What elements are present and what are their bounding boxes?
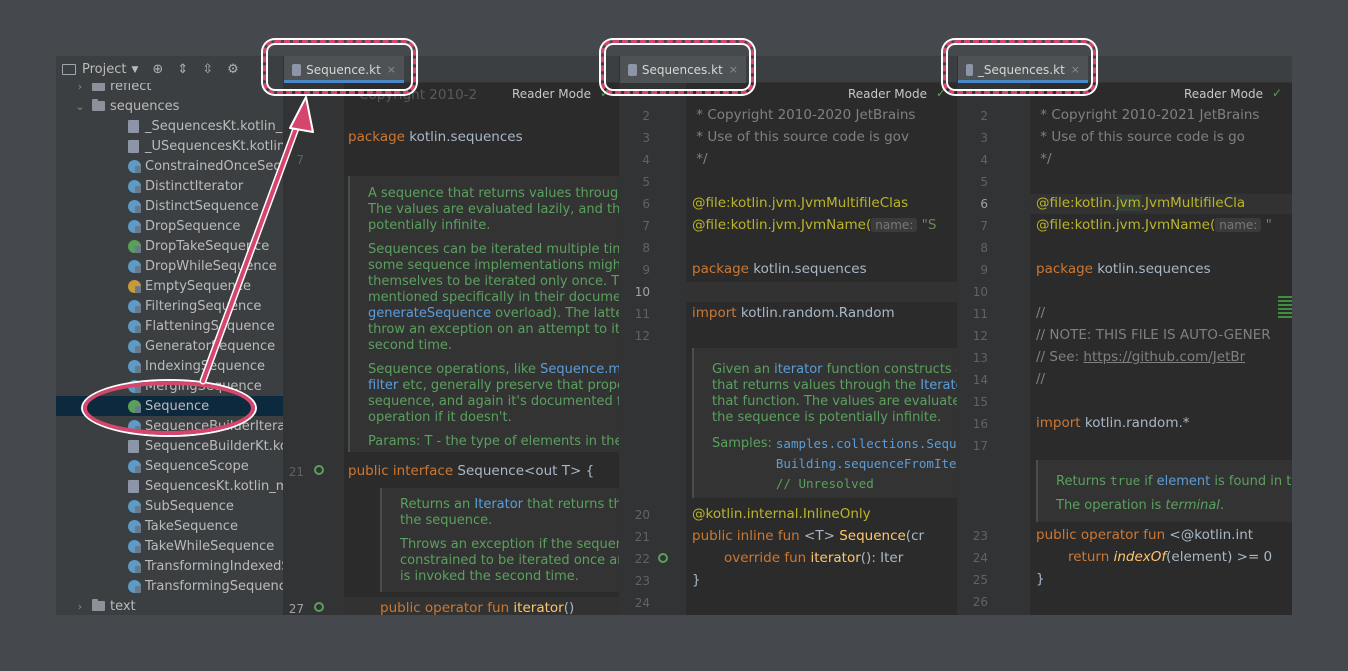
annotation-arrow bbox=[199, 96, 314, 385]
